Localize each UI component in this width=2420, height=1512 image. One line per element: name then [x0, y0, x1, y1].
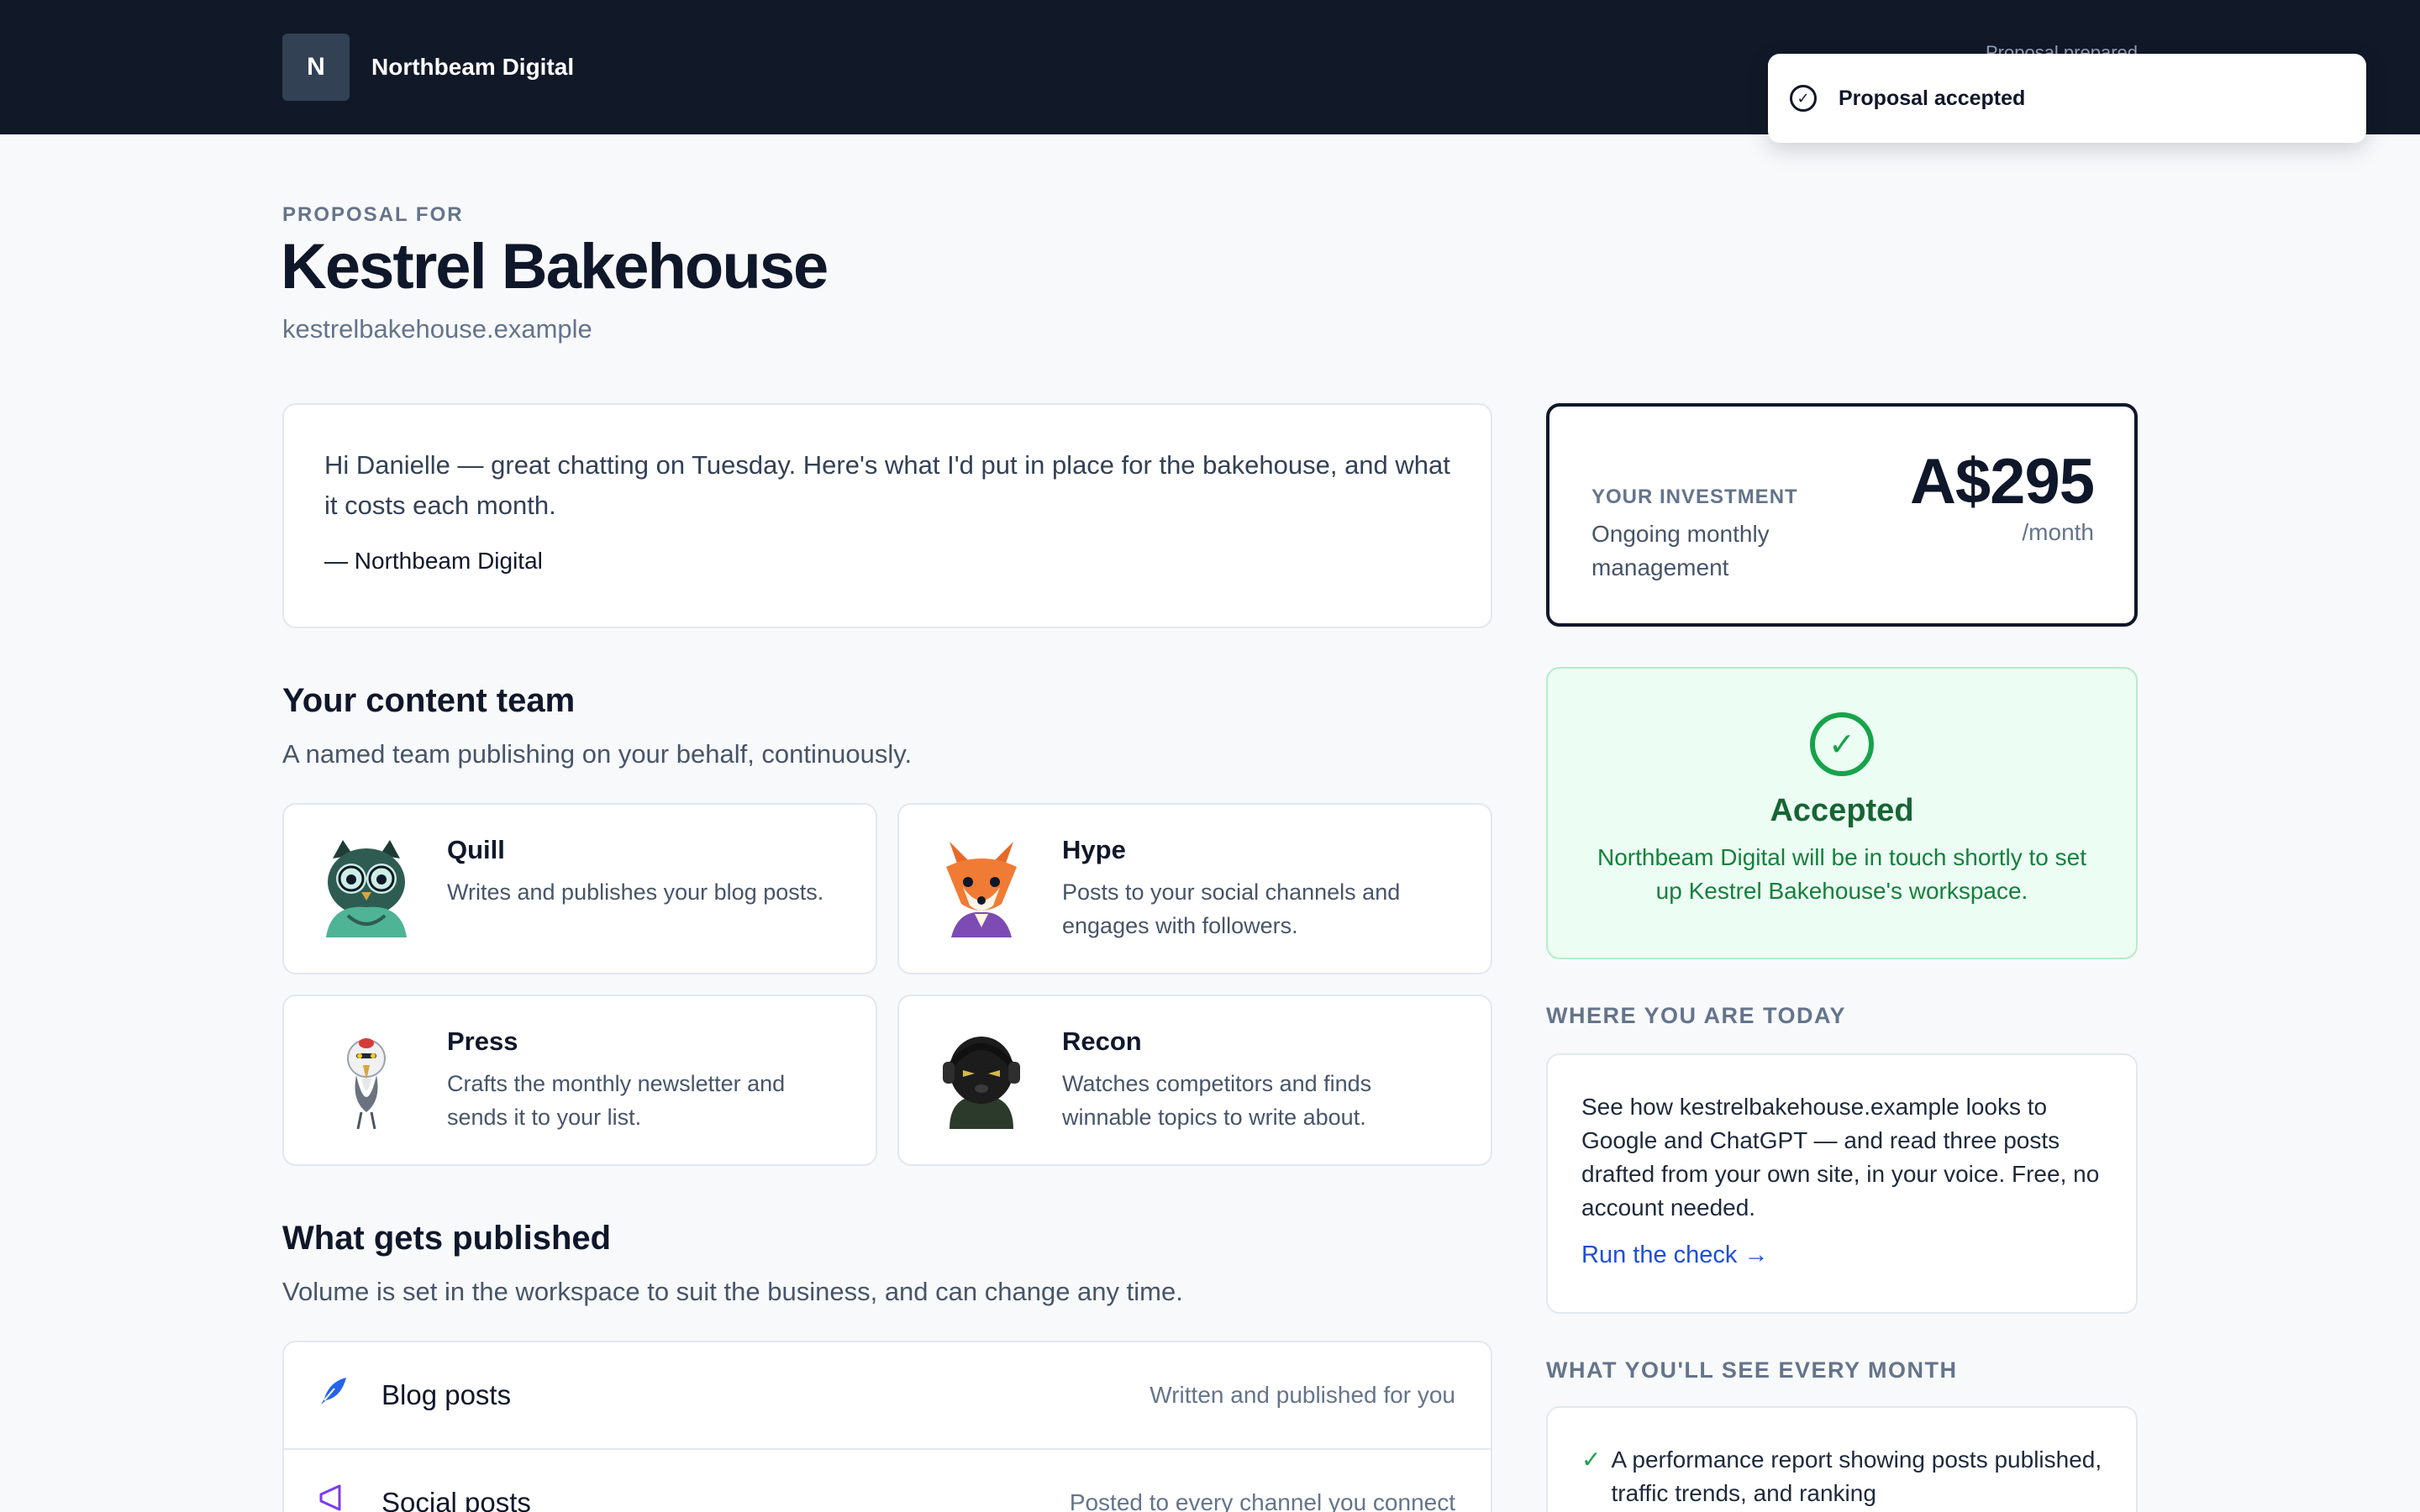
published-item-note: Written and published for you [1150, 1382, 1455, 1408]
megaphone-icon [318, 1483, 358, 1512]
investment-label: YOUR INVESTMENT [1591, 486, 1798, 508]
today-text: See how kestrelbakehouse.example looks t… [1581, 1094, 2100, 1221]
check-icon: ✓ [1581, 1446, 1602, 1473]
published-section-title: What gets published [282, 1220, 612, 1257]
team-card-recon: Recon Watches competitors and finds winn… [897, 995, 1492, 1166]
toast-message: Proposal accepted [1839, 86, 2026, 110]
owl-icon [314, 833, 418, 937]
team-card-hype: Hype Posts to your social channels and e… [897, 803, 1492, 974]
team-section-title: Your content team [282, 682, 576, 719]
proposal-eyebrow: PROPOSAL FOR [282, 203, 464, 226]
investment-period: /month [2022, 519, 2094, 545]
brand-logo: N [282, 34, 350, 101]
panther-icon [929, 1025, 1034, 1129]
accepted-status-card: ✓ Accepted Northbeam Digital will be in … [1546, 667, 2138, 959]
brand-name: Northbeam Digital [371, 54, 575, 80]
intro-card: Hi Danielle — great chatting on Tuesday.… [282, 403, 1492, 628]
team-section-subtitle: A named team publishing on your behalf, … [282, 739, 913, 769]
team-member-desc: Writes and publishes your blog posts. [447, 879, 824, 905]
team-member-name: Quill [447, 835, 505, 864]
team-member-name: Press [447, 1026, 518, 1056]
accepted-text: Northbeam Digital will be in touch short… [1597, 844, 2087, 904]
team-card-press: Press Crafts the monthly newsletter and … [282, 995, 877, 1166]
crane-icon [314, 1025, 418, 1130]
intro-message: Hi Danielle — great chatting on Tuesday.… [324, 450, 1450, 520]
team-card-quill: Quill Writes and publishes your blog pos… [282, 803, 877, 974]
check-circle-icon: ✓ [1790, 85, 1817, 112]
published-section-subtitle: Volume is set in the workspace to suit t… [282, 1277, 1183, 1306]
monthly-heading: WHAT YOU'LL SEE EVERY MONTH [1546, 1357, 1958, 1383]
published-list: Blog posts Written and published for you… [282, 1341, 1492, 1512]
check-circle-icon: ✓ [1810, 712, 1874, 776]
quill-icon [318, 1375, 358, 1415]
intro-signature: — Northbeam Digital [324, 548, 543, 574]
team-member-name: Recon [1062, 1026, 1142, 1056]
run-check-link[interactable]: Run the check → [1581, 1242, 1768, 1269]
published-item-label: Blog posts [381, 1379, 512, 1410]
fox-icon [929, 833, 1034, 937]
investment-desc: Ongoing monthly management [1591, 521, 1770, 580]
list-item: ✓ A performance report showing posts pub… [1581, 1443, 2102, 1510]
team-member-desc: Crafts the monthly newsletter and sends … [447, 1071, 786, 1130]
monthly-card: ✓ A performance report showing posts pub… [1546, 1406, 2138, 1512]
monthly-item-text: A performance report showing posts publi… [1611, 1446, 2102, 1506]
team-member-desc: Posts to your social channels and engage… [1062, 879, 1401, 938]
page-title: Kestrel Bakehouse [281, 231, 829, 302]
team-member-name: Hype [1062, 835, 1126, 864]
toast-notification[interactable]: ✓ Proposal accepted [1768, 54, 2366, 143]
today-heading: WHERE YOU ARE TODAY [1546, 1003, 1847, 1028]
investment-card: YOUR INVESTMENT Ongoing monthly manageme… [1546, 403, 2138, 627]
today-card: See how kestrelbakehouse.example looks t… [1546, 1053, 2138, 1314]
published-item-note: Posted to every channel you connect [1069, 1489, 1455, 1512]
accepted-title: Accepted [1770, 793, 1914, 828]
brand[interactable]: N Northbeam Digital [282, 34, 574, 101]
list-item: Blog posts Written and published for you [284, 1342, 1491, 1450]
team-member-desc: Watches competitors and finds winnable t… [1062, 1071, 1372, 1130]
published-item-label: Social posts [381, 1487, 531, 1512]
investment-price: A$295 [1910, 446, 2095, 517]
list-item: Social posts Posted to every channel you… [284, 1450, 1491, 1512]
client-website: kestrelbakehouse.example [282, 314, 592, 344]
